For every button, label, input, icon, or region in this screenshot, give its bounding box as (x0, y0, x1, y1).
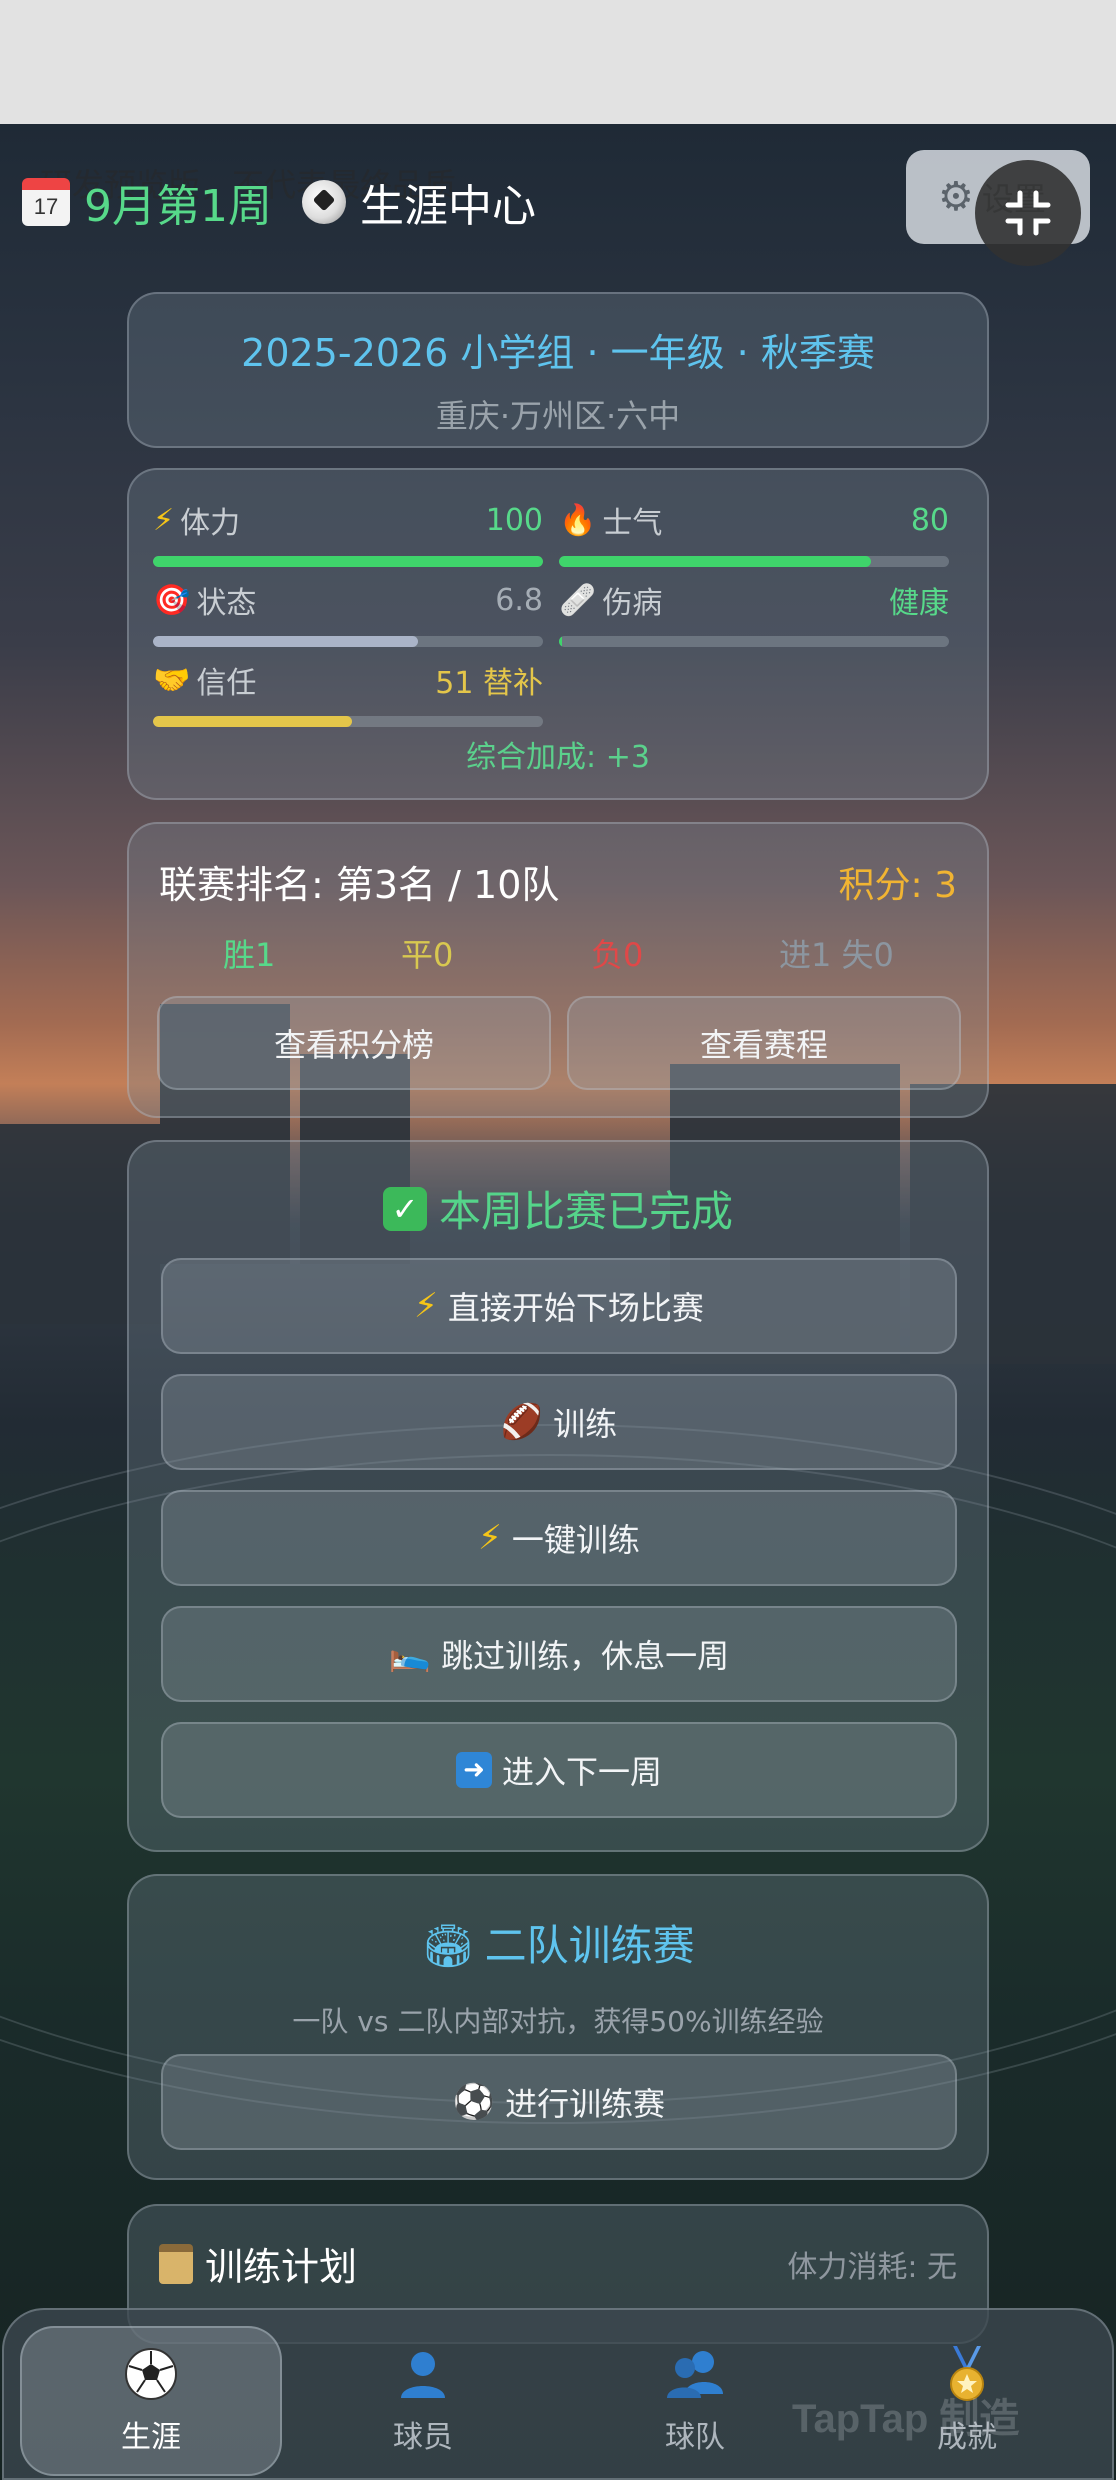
season-card: 2025-2026 小学组 · 一年级 · 秋季赛 重庆·万州区·六中 (127, 292, 989, 448)
nav-players[interactable]: 球员 (292, 2326, 554, 2476)
scrimmage-card: 🏟 二队训练赛 一队 vs 二队内部对抗，获得50%训练经验 ⚽ 进行训练赛 (127, 1874, 989, 2180)
stat-value: 100 (485, 502, 543, 538)
start-next-match-button[interactable]: ⚡ 直接开始下场比赛 (161, 1258, 957, 1354)
league-points: 积分: 3 (838, 865, 957, 906)
arrow-right-icon: ➜ (455, 1752, 492, 1788)
quick-train-button[interactable]: ⚡ 一键训练 (161, 1490, 957, 1586)
check-icon: ✓ (382, 1186, 427, 1231)
losses-count: 负0 (591, 936, 644, 974)
nav-career[interactable]: 生涯 (20, 2326, 282, 2476)
form-bar (153, 636, 543, 647)
collapse-icon (1005, 190, 1051, 236)
status-bar (0, 0, 1116, 124)
start-scrimmage-button[interactable]: ⚽ 进行训练赛 (161, 2054, 957, 2150)
draws-count: 平0 (401, 936, 454, 974)
handshake-icon: 🤝 (153, 662, 191, 698)
injury-bar (559, 636, 949, 647)
view-schedule-button[interactable]: 查看赛程 (567, 996, 961, 1090)
stat-label: 状态 (196, 586, 257, 621)
stat-morale: 🔥 士气 80 (559, 498, 949, 567)
scrimmage-title: 🏟 二队训练赛 (421, 1921, 695, 1970)
soccer-ball-icon (302, 180, 346, 224)
bed-icon: 🛌 (388, 1634, 432, 1674)
stat-label: 伤病 (602, 586, 663, 621)
stat-value: 80 (910, 502, 949, 538)
calendar-icon: 17 (22, 178, 70, 226)
gear-icon: ⚙ (938, 174, 974, 220)
stat-trust: 🤝 信任 51 替补 (153, 658, 543, 727)
trust-bar (153, 716, 543, 727)
season-location: 重庆·万州区·六中 (435, 397, 681, 435)
nav-label: 生涯 (121, 2420, 181, 2455)
header-bar: 17 9月第1周 生涯中心 (22, 170, 536, 234)
lightning-icon: ⚡ (414, 1286, 438, 1326)
week-complete-title: ✓ 本周比赛已完成 (129, 1178, 987, 1239)
soccer-ball-icon: ⚽ (452, 2082, 496, 2122)
stamina-cost: 体力消耗: 无 (787, 2250, 957, 2285)
week-label: 9月第1周 (84, 181, 272, 232)
stats-card: ⚡ 体力 100 🔥 士气 80 🎯 状态 6.8 🩹 伤病 健康 🤝 信任 51 替补 … (127, 468, 989, 800)
stat-form: 🎯 状态 6.8 (153, 578, 543, 647)
stadium-icon: 🏟 (421, 1921, 475, 1970)
stat-value: 健康 (889, 586, 949, 621)
target-icon: 🎯 (153, 582, 191, 618)
bandage-icon: 🩹 (559, 582, 597, 618)
train-button[interactable]: 🏈 训练 (161, 1374, 957, 1470)
exit-fullscreen-button[interactable] (975, 160, 1081, 266)
morale-bar (559, 556, 949, 567)
stat-label: 体力 (180, 506, 241, 541)
lightning-icon: ⚡ (153, 502, 175, 538)
season-title: 2025-2026 小学组 · 一年级 · 秋季赛 (241, 331, 875, 375)
stat-value: 51 替补 (435, 666, 543, 701)
clipboard-icon (159, 2243, 193, 2284)
scrimmage-subtitle: 一队 vs 二队内部对抗，获得50%训练经验 (292, 2005, 824, 2038)
nav-label: 球队 (665, 2420, 725, 2455)
nav-team[interactable]: 球队 (564, 2326, 826, 2476)
nav-label: 球员 (393, 2420, 453, 2455)
stamina-bar (153, 556, 543, 567)
overall-bonus: 综合加成: +3 (466, 740, 650, 775)
person-icon (395, 2346, 451, 2402)
stat-stamina: ⚡ 体力 100 (153, 498, 543, 567)
stat-label: 士气 (602, 506, 663, 541)
lightning-icon: ⚡ (478, 1518, 502, 1558)
stat-injury: 🩹 伤病 健康 (559, 578, 949, 647)
soccer-ball-icon (123, 2346, 179, 2402)
stat-label: 信任 (196, 666, 257, 701)
stat-value: 6.8 (495, 582, 543, 618)
people-icon (667, 2346, 723, 2402)
next-week-button[interactable]: ➜ 进入下一周 (161, 1722, 957, 1818)
taptap-watermark: TapTap 制造 (792, 2397, 1020, 2441)
goals-record: 进1 失0 (779, 936, 894, 974)
league-card: 联赛排名: 第3名 / 10队 积分: 3 胜1 平0 负0 进1 失0 查看积… (127, 822, 989, 1118)
skip-rest-button[interactable]: 🛌 跳过训练，休息一周 (161, 1606, 957, 1702)
page-title: 生涯中心 (360, 181, 536, 232)
wins-count: 胜1 (223, 936, 276, 974)
training-plan-title: 训练计划 (159, 2236, 357, 2291)
fire-icon: 🔥 (559, 502, 597, 538)
football-icon: 🏈 (500, 1402, 544, 1442)
bottom-nav: 生涯 球员 球队 成就 TapTap 制造 (2, 2308, 1114, 2480)
view-standings-button[interactable]: 查看积分榜 (157, 996, 551, 1090)
week-actions-card: ✓ 本周比赛已完成 ⚡ 直接开始下场比赛 🏈 训练 ⚡ 一键训练 🛌 跳过训练，休息一周… (127, 1140, 989, 1852)
league-rank: 联赛排名: 第3名 / 10队 (159, 863, 560, 907)
